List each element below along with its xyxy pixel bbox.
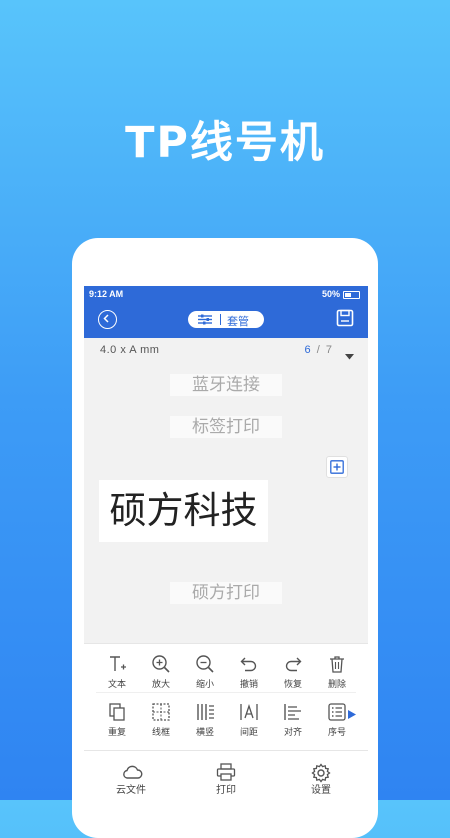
tool-duplicate[interactable]: 重复 xyxy=(95,700,139,741)
frame-icon xyxy=(152,703,170,721)
tool-text[interactable]: 文本 xyxy=(95,652,139,694)
tool-label: 删除 xyxy=(327,680,346,690)
align-icon xyxy=(284,704,301,720)
tool-label: 缩小 xyxy=(195,680,214,690)
tool-label: 文本 xyxy=(107,680,126,690)
text-add-icon xyxy=(110,656,126,671)
mode-selector[interactable]: 套管 xyxy=(188,311,264,328)
nav-label: 打印 xyxy=(216,785,236,796)
pill-separator xyxy=(220,314,221,325)
ghost-label-bluetooth: 蓝牙连接 xyxy=(170,374,282,396)
total-pages: 7 xyxy=(325,344,332,356)
nav-label: 云文件 xyxy=(116,785,146,796)
orientation-icon xyxy=(197,704,214,720)
tool-label: 横竖 xyxy=(195,728,214,738)
gear-icon xyxy=(311,763,331,783)
label-size: 4.0 x A mm xyxy=(100,344,160,356)
edit-toolbar: 文本 放大 缩小 撤销 恢复 删除 重复 线框 横竖 间距 对齐 序号 xyxy=(84,643,368,741)
toolbar-divider xyxy=(96,692,356,693)
tool-frame[interactable]: 线框 xyxy=(139,700,183,741)
plus-square-icon xyxy=(330,460,344,474)
status-time: 9:12 AM xyxy=(89,289,124,299)
page-separator: / xyxy=(316,344,320,356)
nav-settings[interactable]: 设置 xyxy=(291,755,351,799)
trash-icon xyxy=(330,656,344,673)
tool-align[interactable]: 对齐 xyxy=(271,700,315,741)
tool-label: 重复 xyxy=(107,728,126,738)
chevron-left-icon xyxy=(103,314,109,323)
nav-label: 设置 xyxy=(311,785,331,796)
tool-spacing[interactable]: 间距 xyxy=(227,700,271,741)
status-bar: 9:12 AM 50% xyxy=(84,286,368,302)
current-page: 6 xyxy=(304,344,311,356)
serial-number-icon xyxy=(328,703,346,721)
back-button[interactable] xyxy=(98,310,117,329)
tool-label: 对齐 xyxy=(283,728,302,738)
hero-title: TP线号机 xyxy=(125,118,325,168)
tool-label: 线框 xyxy=(151,728,170,738)
more-tools-button[interactable] xyxy=(348,706,356,724)
tool-redo[interactable]: 恢复 xyxy=(271,652,315,694)
ghost-label-print: 标签打印 xyxy=(170,416,282,438)
tool-label: 放大 xyxy=(151,680,170,690)
sliders-icon xyxy=(198,314,212,325)
play-right-icon xyxy=(348,710,356,719)
tool-label: 恢复 xyxy=(283,680,302,690)
cloud-icon xyxy=(123,765,143,779)
mode-label: 套管 xyxy=(227,315,249,328)
tool-delete[interactable]: 删除 xyxy=(315,652,359,694)
zoom-in-icon xyxy=(152,655,170,673)
page-dropdown[interactable] xyxy=(345,347,354,365)
tool-label: 间距 xyxy=(239,728,258,738)
app-screen: 9:12 AM 50% 套管 4.0 x A mm 6 / 7 蓝牙连接 标签打… xyxy=(84,286,368,741)
duplicate-icon xyxy=(109,703,125,721)
battery-icon xyxy=(343,291,360,299)
tool-orientation[interactable]: 横竖 xyxy=(183,700,227,741)
printer-icon xyxy=(216,763,236,781)
undo-icon xyxy=(240,657,257,672)
nav-print[interactable]: 打印 xyxy=(196,755,256,799)
tool-label: 序号 xyxy=(327,728,346,738)
bottom-nav: 云文件 打印 设置 xyxy=(84,750,368,801)
redo-icon xyxy=(285,657,302,672)
nav-cloud-files[interactable]: 云文件 xyxy=(101,755,161,799)
tool-zoom-in[interactable]: 放大 xyxy=(139,652,183,694)
save-button[interactable] xyxy=(336,309,354,332)
label-text-element[interactable]: 硕方科技 xyxy=(99,480,268,542)
spacing-icon xyxy=(240,703,258,720)
page-indicator[interactable]: 6 / 7 xyxy=(304,344,332,356)
ghost-label-brand-print: 硕方打印 xyxy=(170,582,282,604)
add-label-button[interactable] xyxy=(326,456,348,478)
tool-undo[interactable]: 撤销 xyxy=(227,652,271,694)
save-icon xyxy=(336,309,354,327)
tool-label: 撤销 xyxy=(239,680,258,690)
caret-down-icon xyxy=(345,354,354,360)
zoom-out-icon xyxy=(196,655,214,673)
nav-bar: 套管 xyxy=(84,302,368,338)
tool-zoom-out[interactable]: 缩小 xyxy=(183,652,227,694)
battery-percent: 50% xyxy=(321,289,340,299)
